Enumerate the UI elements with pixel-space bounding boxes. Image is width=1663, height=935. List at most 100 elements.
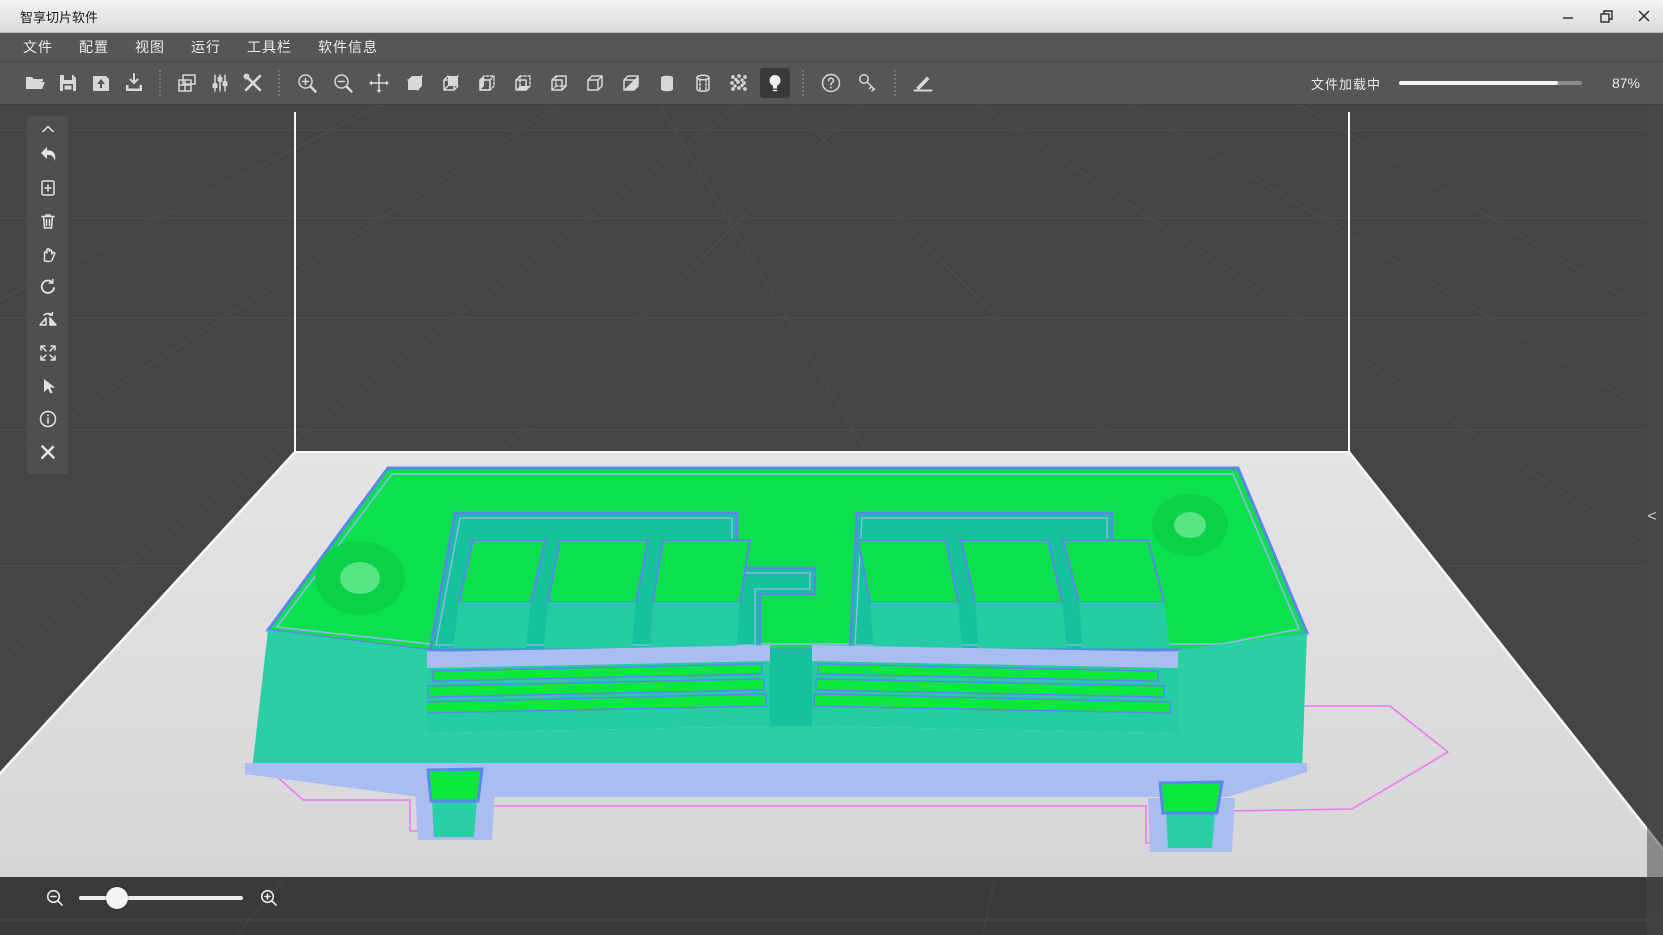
- chevron-up-icon: [40, 124, 56, 134]
- zoom-out-icon[interactable]: [45, 888, 65, 908]
- select-cursor-button[interactable]: [27, 369, 68, 402]
- menu-config[interactable]: 配置: [79, 37, 109, 57]
- trash-icon: [38, 211, 58, 231]
- view-solid-cube-button[interactable]: [400, 68, 430, 98]
- open-file-icon: [23, 71, 47, 95]
- menubar: 文件 配置 视图 运行 工具栏 软件信息: [0, 33, 1663, 62]
- duplicate-model-button[interactable]: [27, 171, 68, 204]
- viewport-3d[interactable]: <: [0, 105, 1663, 935]
- model-boxes-left: [453, 540, 750, 648]
- view-half-cube-icon: [619, 71, 643, 95]
- toolbar-group-edit: [905, 68, 941, 98]
- zoom-out-icon: [331, 71, 355, 95]
- repair-tools-button[interactable]: [27, 435, 68, 468]
- minimize-button[interactable]: [1549, 0, 1587, 32]
- toolbar-separator: [894, 70, 896, 96]
- view-half-cube-button[interactable]: [616, 68, 646, 98]
- export-download-button[interactable]: [119, 68, 149, 98]
- zoom-out-button[interactable]: [328, 68, 358, 98]
- view-solid-cube-icon: [403, 71, 427, 95]
- window-title: 智享切片软件: [20, 7, 98, 26]
- parameter-sliders-icon: [208, 71, 232, 95]
- open-file-button[interactable]: [20, 68, 50, 98]
- view-dotted-cube-icon: [547, 71, 571, 95]
- vent-slots-left: [425, 664, 766, 713]
- help-question-icon: [819, 71, 843, 95]
- measure-blade-icon: [911, 71, 935, 95]
- license-key-button[interactable]: [852, 68, 882, 98]
- window-controls: [1549, 0, 1663, 32]
- close-button[interactable]: [1625, 0, 1663, 32]
- menu-toolbar[interactable]: 工具栏: [247, 37, 292, 57]
- view-point-cloud-button[interactable]: [724, 68, 754, 98]
- import-model-button[interactable]: [86, 68, 116, 98]
- mirror-icon: [37, 309, 59, 331]
- view-bottom-cube-icon: [511, 71, 535, 95]
- tools-wrench-icon: [241, 71, 265, 95]
- restore-icon: [1600, 10, 1613, 23]
- side-panel-toggle[interactable]: <: [1645, 508, 1659, 526]
- repair-tools-icon: [38, 442, 58, 462]
- view-cylinder-button[interactable]: [652, 68, 682, 98]
- collapse-chevron-button[interactable]: [27, 119, 68, 138]
- toolbar-separator: [278, 70, 280, 96]
- toolbar-separator: [802, 70, 804, 96]
- titlebar: 智享切片软件: [0, 0, 1663, 33]
- undo-button[interactable]: [27, 138, 68, 171]
- restore-button[interactable]: [1587, 0, 1625, 32]
- view-point-cloud-icon: [727, 71, 751, 95]
- delete-model-button[interactable]: [27, 204, 68, 237]
- measure-blade-button[interactable]: [908, 68, 938, 98]
- tools-wrench-button[interactable]: [238, 68, 268, 98]
- menu-run[interactable]: 运行: [191, 37, 221, 57]
- toolbar-group-view: [289, 68, 793, 98]
- scale-fit-button[interactable]: [27, 336, 68, 369]
- progress-label: 文件加载中: [1311, 74, 1381, 93]
- model-object[interactable]: [245, 468, 1307, 797]
- view-dotted-cube-button[interactable]: [544, 68, 574, 98]
- zoom-slider-handle[interactable]: [106, 887, 128, 909]
- boss-left: [315, 541, 405, 615]
- duplicate-icon: [38, 178, 58, 198]
- minimize-icon: [1562, 10, 1574, 22]
- view-left-cube-button[interactable]: [472, 68, 502, 98]
- help-button[interactable]: [816, 68, 846, 98]
- save-file-button[interactable]: [53, 68, 83, 98]
- progress-percent: 87%: [1602, 75, 1640, 91]
- zoom-slider-track[interactable]: [79, 896, 243, 900]
- light-toggle-button[interactable]: [760, 68, 790, 98]
- export-download-icon: [122, 71, 146, 95]
- machine-manage-button[interactable]: [172, 68, 202, 98]
- rotate-ccw-icon: [38, 277, 58, 297]
- license-key-icon: [855, 71, 879, 95]
- rotate-view-button[interactable]: [27, 270, 68, 303]
- undo-icon: [37, 144, 59, 166]
- view-cylinder-wire-button[interactable]: [688, 68, 718, 98]
- view-backface-cube-icon: [439, 71, 463, 95]
- parameter-sliders-button[interactable]: [205, 68, 235, 98]
- camera-zoom-bar: [45, 884, 279, 912]
- mirror-model-button[interactable]: [27, 303, 68, 336]
- boss-right: [1152, 494, 1228, 556]
- move-view-icon: [367, 71, 391, 95]
- toolbar-separator: [159, 70, 161, 96]
- view-backface-cube-button[interactable]: [436, 68, 466, 98]
- menu-view[interactable]: 视图: [135, 37, 165, 57]
- model-info-button[interactable]: [27, 402, 68, 435]
- save-file-icon: [56, 71, 80, 95]
- toolbar: 文件加载中 87%: [0, 62, 1663, 105]
- zoom-in-icon: [295, 71, 319, 95]
- zoom-in-icon[interactable]: [259, 888, 279, 908]
- view-left-cube-icon: [475, 71, 499, 95]
- close-icon: [1638, 10, 1650, 22]
- move-view-button[interactable]: [364, 68, 394, 98]
- view-wire-cube-button[interactable]: [580, 68, 610, 98]
- zoom-in-button[interactable]: [292, 68, 322, 98]
- view-bottom-cube-button[interactable]: [508, 68, 538, 98]
- progress-fill: [1399, 81, 1558, 85]
- light-toggle-icon: [763, 71, 787, 95]
- menu-file[interactable]: 文件: [23, 37, 53, 57]
- view-wire-cube-icon: [583, 71, 607, 95]
- menu-about[interactable]: 软件信息: [318, 37, 378, 57]
- pan-hand-button[interactable]: [27, 237, 68, 270]
